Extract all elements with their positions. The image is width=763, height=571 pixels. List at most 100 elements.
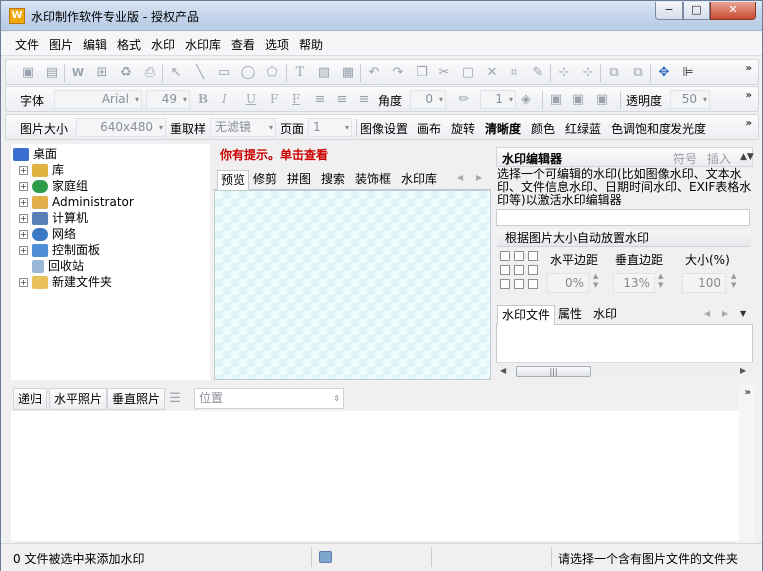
angle-select[interactable]: 0 ▾: [410, 90, 446, 109]
print-icon[interactable]: ⎙: [142, 65, 158, 81]
image-icon[interactable]: ▨: [316, 65, 332, 81]
align-center-icon[interactable]: ≡: [334, 92, 350, 108]
toolbar3-overflow-icon[interactable]: »: [746, 118, 752, 129]
tree-item-library[interactable]: + 库: [19, 162, 64, 178]
expand-icon[interactable]: +: [19, 198, 28, 207]
move-icon[interactable]: ✥: [656, 65, 672, 81]
expand-icon[interactable]: +: [19, 182, 28, 191]
ellipse-icon[interactable]: ◯: [240, 65, 256, 81]
canvas-link[interactable]: 画布: [417, 120, 441, 137]
align-right-icon[interactable]: ≡: [356, 92, 372, 108]
paste-icon[interactable]: ▢: [460, 65, 476, 81]
horizontal-scrollbar[interactable]: ◀ ||| ▶: [496, 362, 753, 379]
menu-image[interactable]: 图片: [49, 36, 73, 53]
menu-file[interactable]: 文件: [15, 36, 39, 53]
menu-options[interactable]: 选项: [265, 36, 289, 53]
insert-button[interactable]: 插入: [707, 150, 731, 167]
tree-item-network[interactable]: + 网络: [19, 226, 76, 242]
fill-color-icon[interactable]: ◈: [518, 92, 534, 108]
expand-icon[interactable]: +: [19, 214, 28, 223]
align-v-icon[interactable]: ⊹: [580, 65, 596, 81]
tab-next-icon[interactable]: ▶: [722, 309, 728, 318]
font-name-select[interactable]: Arial ▾: [54, 90, 142, 109]
recursive-button[interactable]: 递归: [13, 388, 48, 410]
list-icon[interactable]: ☰: [167, 391, 183, 407]
image-settings-link[interactable]: 图像设置: [360, 120, 408, 137]
expand-icon[interactable]: +: [19, 230, 28, 239]
scroll-right-icon[interactable]: ▶: [740, 366, 746, 375]
chevron-down-icon[interactable]: ▼: [740, 309, 746, 318]
save-icon[interactable]: ▣: [20, 65, 36, 81]
page-select[interactable]: 1 ▾: [308, 118, 352, 137]
menu-format[interactable]: 格式: [117, 36, 141, 53]
tree-item-desktop[interactable]: 桌面: [13, 146, 57, 162]
tree-item-recycle-bin[interactable]: 回收站: [32, 258, 84, 274]
scroll-thumb[interactable]: |||: [516, 366, 591, 377]
tab-prev-icon[interactable]: ◀: [704, 309, 710, 318]
italic-button[interactable]: I: [222, 92, 227, 106]
expand-icon[interactable]: +: [19, 278, 28, 287]
shadow-button[interactable]: F: [292, 92, 300, 106]
rgb-link[interactable]: 红绿蓝: [565, 120, 601, 137]
chevron-down-icon[interactable]: ▲▼: [740, 152, 754, 162]
tab-watermark-file[interactable]: 水印文件: [497, 305, 556, 325]
menu-watermark[interactable]: 水印: [151, 36, 175, 53]
line-width-select[interactable]: 1 ▾: [480, 90, 516, 109]
overflow-icon[interactable]: »: [745, 387, 751, 398]
recycle-icon[interactable]: ♻: [118, 65, 134, 81]
toolbar-overflow-icon[interactable]: »: [746, 63, 752, 74]
h-margin-input[interactable]: 0%: [547, 273, 589, 293]
cut-icon[interactable]: ✂: [436, 65, 452, 81]
tree-item-administrator[interactable]: + Administrator: [19, 194, 134, 210]
menu-help[interactable]: 帮助: [299, 36, 323, 53]
luminance-link[interactable]: 发光度: [670, 120, 706, 137]
tab-search[interactable]: 搜索: [318, 170, 348, 190]
vertical-photo-button[interactable]: 垂直照片: [107, 388, 166, 410]
tab-collage[interactable]: 拼图: [284, 170, 314, 190]
v-margin-input[interactable]: 13%: [613, 273, 655, 293]
minimize-button[interactable]: −: [655, 2, 683, 20]
size-percent-input[interactable]: 100: [682, 273, 726, 293]
underline-button[interactable]: U: [246, 92, 256, 106]
bold-button[interactable]: B: [198, 92, 208, 106]
toolbar2-overflow-icon[interactable]: »: [746, 90, 752, 101]
filter-select[interactable]: 无滤镜 ▾: [210, 118, 276, 137]
line-icon[interactable]: ╲: [192, 65, 208, 81]
frame-icon[interactable]: ▣: [548, 92, 564, 108]
expand-icon[interactable]: +: [19, 246, 28, 255]
tab-watermark-library[interactable]: 水印库: [398, 170, 440, 190]
font-size-select[interactable]: 49 ▾: [146, 90, 190, 109]
rectangle-icon[interactable]: ▭: [216, 65, 232, 81]
position-grid[interactable]: [500, 251, 540, 291]
watermark-text-field[interactable]: [496, 209, 750, 226]
symbol-button[interactable]: 符号: [673, 150, 697, 167]
tab-preview[interactable]: 预览: [217, 170, 250, 190]
pointer-icon[interactable]: ↖: [168, 65, 184, 81]
rotate-link[interactable]: 旋转: [451, 120, 475, 137]
save-as-icon[interactable]: ▤: [44, 65, 60, 81]
tree-item-control-panel[interactable]: + 控制面板: [19, 242, 100, 258]
hue-saturation-link[interactable]: 色调饱和度: [611, 120, 671, 137]
scroll-left-icon[interactable]: ◀: [500, 366, 506, 375]
anchor-icon[interactable]: ⊫: [680, 65, 696, 81]
hint-link[interactable]: 你有提示。单击查看: [220, 146, 328, 163]
menu-watermark-library[interactable]: 水印库: [185, 36, 221, 53]
undo-icon[interactable]: ↶: [366, 65, 382, 81]
text-icon[interactable]: T: [292, 65, 308, 81]
file-list[interactable]: [11, 411, 754, 541]
tab-properties[interactable]: 属性: [554, 305, 586, 325]
group-icon[interactable]: ⧉: [606, 65, 622, 81]
close-button[interactable]: ✕: [710, 2, 756, 20]
exif-icon[interactable]: ▦: [340, 65, 356, 81]
crop-icon[interactable]: ⌗: [506, 65, 522, 81]
align-h-icon[interactable]: ⊹: [556, 65, 572, 81]
preview-canvas[interactable]: [214, 190, 491, 380]
tab-watermark[interactable]: 水印: [589, 305, 621, 325]
position-select[interactable]: 位置 ⇕: [194, 388, 344, 409]
tab-prev-icon[interactable]: ◀: [457, 173, 463, 182]
tab-trim[interactable]: 修剪: [250, 170, 280, 190]
size-spinner-icon[interactable]: ▲ ▼: [731, 272, 736, 290]
frame2-icon[interactable]: ▣: [570, 92, 586, 108]
tree-item-homegroup[interactable]: + 家庭组: [19, 178, 88, 194]
batch-icon[interactable]: ⊞: [94, 65, 110, 81]
